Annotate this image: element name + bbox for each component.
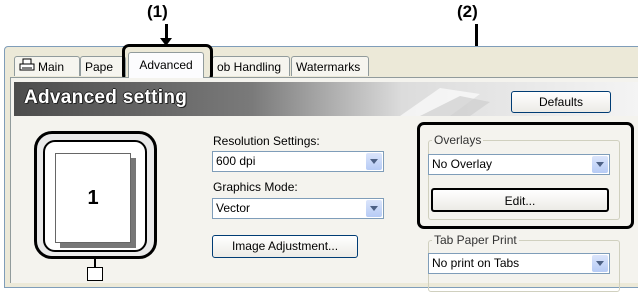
graphics-mode-label: Graphics Mode:	[213, 180, 298, 194]
chevron-down-icon[interactable]	[366, 200, 382, 217]
defaults-button[interactable]: Defaults	[511, 91, 611, 113]
tab-paper-value: No print on Tabs	[432, 256, 520, 270]
tab-main[interactable]: Main	[14, 56, 80, 76]
tab-advanced[interactable]: Advanced	[128, 52, 204, 78]
printer-icon	[19, 58, 35, 76]
graphics-mode-select[interactable]: Vector	[212, 198, 384, 219]
banner-graphic	[400, 88, 490, 116]
tab-paper-print-legend: Tab Paper Print	[432, 233, 519, 247]
chevron-down-icon[interactable]	[592, 255, 608, 272]
image-adjustment-button[interactable]: Image Adjustment...	[212, 235, 358, 258]
page-title: Advanced setting	[24, 87, 188, 108]
tab-job-handling[interactable]: ob Handling	[212, 56, 290, 76]
tab-main-label: Main	[38, 60, 65, 74]
preview-connector-box	[87, 267, 103, 281]
page-preview: 1	[55, 153, 131, 243]
resolution-value: 600 dpi	[216, 154, 256, 168]
callout-2-highlight-box	[417, 122, 634, 229]
callout-2-label: (2)	[457, 2, 478, 21]
graphics-mode-value: Vector	[216, 201, 251, 215]
chevron-down-icon[interactable]	[366, 153, 382, 170]
resolution-settings-label: Resolution Settings:	[213, 134, 320, 148]
resolution-select[interactable]: 600 dpi	[212, 151, 384, 172]
tab-paper[interactable]: Pape	[80, 56, 126, 76]
tab-watermarks[interactable]: Watermarks	[291, 56, 369, 76]
callout-1-label: (1)	[147, 2, 168, 21]
tab-paper-select[interactable]: No print on Tabs	[428, 253, 610, 274]
